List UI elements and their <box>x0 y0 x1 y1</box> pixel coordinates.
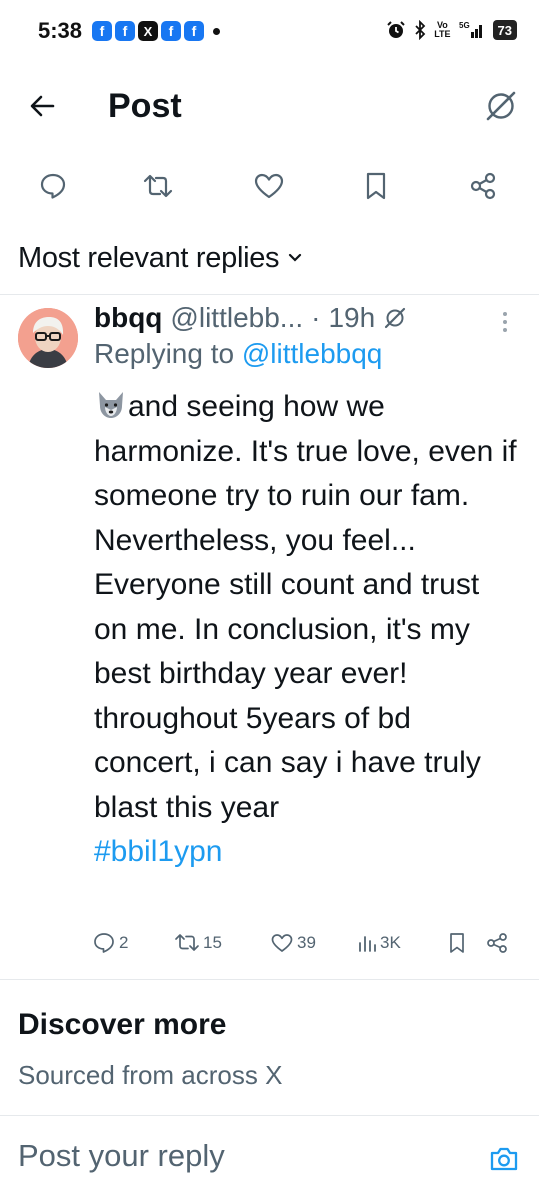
view-count: 3K <box>380 933 401 952</box>
discover-more-subtitle: Sourced from across X <box>18 1060 283 1090</box>
comment-icon <box>94 933 114 953</box>
wolf-emoji-icon <box>99 392 123 418</box>
analytics-icon <box>359 936 376 952</box>
discover-more-heading: Discover more <box>18 1008 227 1041</box>
reply-composer[interactable]: Post your reply <box>0 1116 539 1200</box>
grok-icon <box>486 91 516 121</box>
notification-app-icons: f f X f f <box>92 21 220 41</box>
avatar[interactable] <box>18 308 78 368</box>
camera-button[interactable] <box>487 1142 521 1176</box>
like-count-button[interactable]: 39 <box>270 928 316 958</box>
reply-bookmark-button[interactable] <box>447 928 467 958</box>
signal-icon: 5G <box>459 20 485 40</box>
facebook-icon: f <box>161 21 181 41</box>
divider <box>0 979 539 980</box>
reply-count: 2 <box>119 933 129 952</box>
camera-icon <box>490 1147 518 1171</box>
share-icon <box>470 172 496 200</box>
facebook-icon: f <box>92 21 112 41</box>
separator-dot: · <box>311 302 321 333</box>
status-indicators: Vo LTE 5G 73 <box>386 20 517 40</box>
reply-post[interactable]: bbqq @littlebb... · 19h Replying to @lit… <box>0 295 539 980</box>
repost-icon <box>175 934 199 951</box>
alarm-icon <box>386 20 406 40</box>
top-app-bar: Post <box>0 70 539 144</box>
replying-to: Replying to @littlebbqq <box>94 338 383 369</box>
author-handle[interactable]: @littlebb... <box>170 302 303 334</box>
reply-sort-dropdown[interactable]: Most relevant replies <box>18 238 303 278</box>
facebook-icon: f <box>115 21 135 41</box>
bookmark-icon <box>366 172 386 200</box>
author-name[interactable]: bbqq <box>94 302 162 334</box>
chevron-down-icon <box>289 253 302 262</box>
sort-label: Most relevant replies <box>18 241 280 274</box>
page-title: Post <box>108 87 182 125</box>
reply-input[interactable]: Post your reply <box>18 1138 225 1174</box>
facebook-icon: f <box>184 21 204 41</box>
share-button[interactable] <box>465 168 501 204</box>
grok-button[interactable] <box>481 86 521 126</box>
back-button[interactable] <box>22 86 62 126</box>
reply-text-content: and seeing how we harmonize. It's true l… <box>94 390 517 824</box>
bookmark-icon <box>450 933 464 953</box>
post-time[interactable]: 19h <box>328 302 375 334</box>
reply-button[interactable] <box>35 168 71 204</box>
reply-header: bbqq @littlebb... · 19h <box>94 298 407 338</box>
repost-icon <box>143 174 173 198</box>
battery-level: 73 <box>492 20 517 40</box>
like-count: 39 <box>297 933 316 952</box>
grok-icon[interactable] <box>383 306 407 330</box>
bookmark-button[interactable] <box>358 168 394 204</box>
repost-button[interactable] <box>140 168 176 204</box>
comment-icon <box>40 173 66 199</box>
repost-count: 15 <box>203 933 222 952</box>
heart-icon <box>271 934 293 952</box>
bluetooth-icon <box>414 20 426 40</box>
more-options-button[interactable] <box>495 307 515 337</box>
status-bar: 5:38 f f X f f Vo LTE 5G 73 <box>0 0 539 64</box>
view-count-button[interactable]: 3K <box>357 928 401 958</box>
replying-to-handle-link[interactable]: @littlebbqq <box>242 338 383 369</box>
heart-icon <box>254 173 284 199</box>
share-icon <box>487 933 507 953</box>
status-time: 5:38 <box>38 18 83 43</box>
more-notifications-dot-icon <box>213 27 220 35</box>
reply-share-button[interactable] <box>485 928 509 958</box>
hashtag-link[interactable]: #bbil1ypn <box>94 830 519 875</box>
repost-count-button[interactable]: 15 <box>174 928 222 958</box>
arrow-left-icon <box>30 95 55 117</box>
network-type: 5G <box>459 21 470 30</box>
volte-icon: Vo LTE <box>434 20 451 39</box>
reply-engagement-bar: 2 15 39 3K <box>92 928 522 958</box>
reply-text: and seeing how we harmonize. It's true l… <box>94 385 519 875</box>
reply-count-button[interactable]: 2 <box>92 928 128 958</box>
x-app-icon: X <box>138 21 158 41</box>
like-button[interactable] <box>251 168 287 204</box>
post-action-bar <box>0 160 539 210</box>
